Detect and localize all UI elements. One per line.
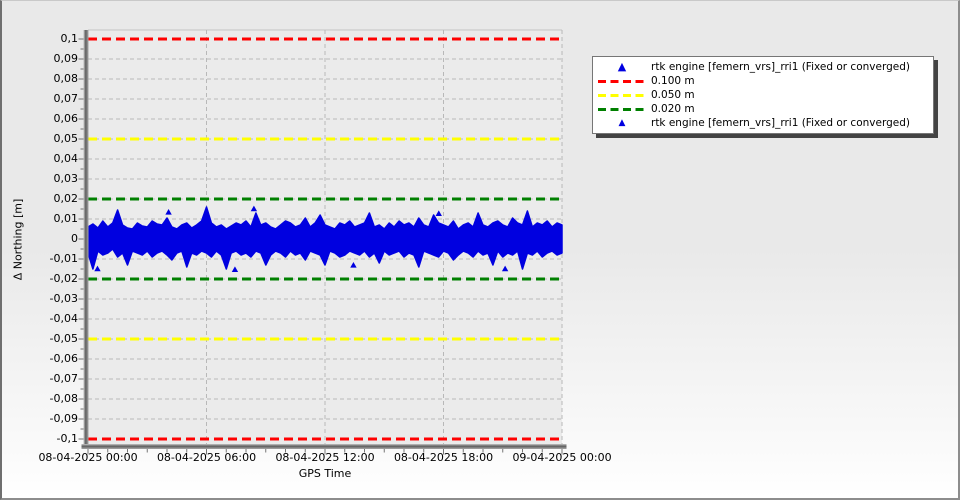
y-tick-label: -0,1 xyxy=(22,432,78,445)
y-tick-label: 0,01 xyxy=(22,212,78,225)
legend-marker xyxy=(593,107,651,112)
y-tick-label: -0,09 xyxy=(22,412,78,425)
dash-line-icon xyxy=(597,93,647,98)
legend-item-label: rtk engine [femern_vrs]_rri1 (Fixed or c… xyxy=(651,61,933,74)
y-tick-label: 0 xyxy=(22,232,78,245)
legend-item-label: rtk engine [femern_vrs]_rri1 (Fixed or c… xyxy=(651,117,933,130)
y-tick-label: -0,04 xyxy=(22,312,78,325)
legend-item-series[interactable]: ▲ rtk engine [femern_vrs]_rri1 (Fixed or… xyxy=(593,60,933,74)
x-tick-label: 08-04-2025 00:00 xyxy=(28,451,148,464)
x-tick-label: 08-04-2025 06:00 xyxy=(147,451,267,464)
y-tick-label: 0,1 xyxy=(22,32,78,45)
legend-item-label: 0.050 m xyxy=(651,89,933,102)
y-tick-label: -0,03 xyxy=(22,292,78,305)
y-tick-label: -0,01 xyxy=(22,252,78,265)
triangle-marker-icon: ▲ xyxy=(618,62,626,72)
y-tick-label: -0,07 xyxy=(22,372,78,385)
legend-marker: ▲ xyxy=(593,62,651,72)
y-tick-label: 0,06 xyxy=(22,112,78,125)
chart-window: Δ Northing [m] GPS Time 0,10,090,080,070… xyxy=(0,0,960,500)
y-tick-label: 0,09 xyxy=(22,52,78,65)
x-tick-label: 08-04-2025 12:00 xyxy=(265,451,385,464)
legend-item-threshold-050[interactable]: 0.050 m xyxy=(593,88,933,102)
legend-marker: ▲ xyxy=(593,118,651,128)
legend: ▲ rtk engine [femern_vrs]_rri1 (Fixed or… xyxy=(592,56,934,134)
y-tick-label: -0,02 xyxy=(22,272,78,285)
y-axis-bar xyxy=(84,30,89,449)
dash-line-icon xyxy=(597,107,647,112)
y-tick-label: -0,06 xyxy=(22,352,78,365)
legend-item-label: 0.100 m xyxy=(651,75,933,88)
y-tick-label: 0,08 xyxy=(22,72,78,85)
x-axis-title: GPS Time xyxy=(88,467,562,480)
x-axis-bar xyxy=(82,444,567,449)
x-tick-label: 09-04-2025 00:00 xyxy=(502,451,622,464)
legend-marker xyxy=(593,79,651,84)
legend-item-label: 0.020 m xyxy=(651,103,933,116)
y-tick-label: 0,04 xyxy=(22,152,78,165)
y-tick-label: 0,03 xyxy=(22,172,78,185)
y-tick-label: 0,02 xyxy=(22,192,78,205)
y-tick-label: 0,05 xyxy=(22,132,78,145)
y-tick-label: -0,08 xyxy=(22,392,78,405)
legend-item-threshold-020[interactable]: 0.020 m xyxy=(593,102,933,116)
legend-item-series-2[interactable]: ▲ rtk engine [femern_vrs]_rri1 (Fixed or… xyxy=(593,116,933,130)
y-tick-label: 0,07 xyxy=(22,92,78,105)
legend-item-threshold-100[interactable]: 0.100 m xyxy=(593,74,933,88)
triangle-marker-icon: ▲ xyxy=(619,118,626,128)
dash-line-icon xyxy=(597,79,647,84)
y-tick-label: -0,05 xyxy=(22,332,78,345)
legend-marker xyxy=(593,93,651,98)
x-tick-label: 08-04-2025 18:00 xyxy=(384,451,504,464)
